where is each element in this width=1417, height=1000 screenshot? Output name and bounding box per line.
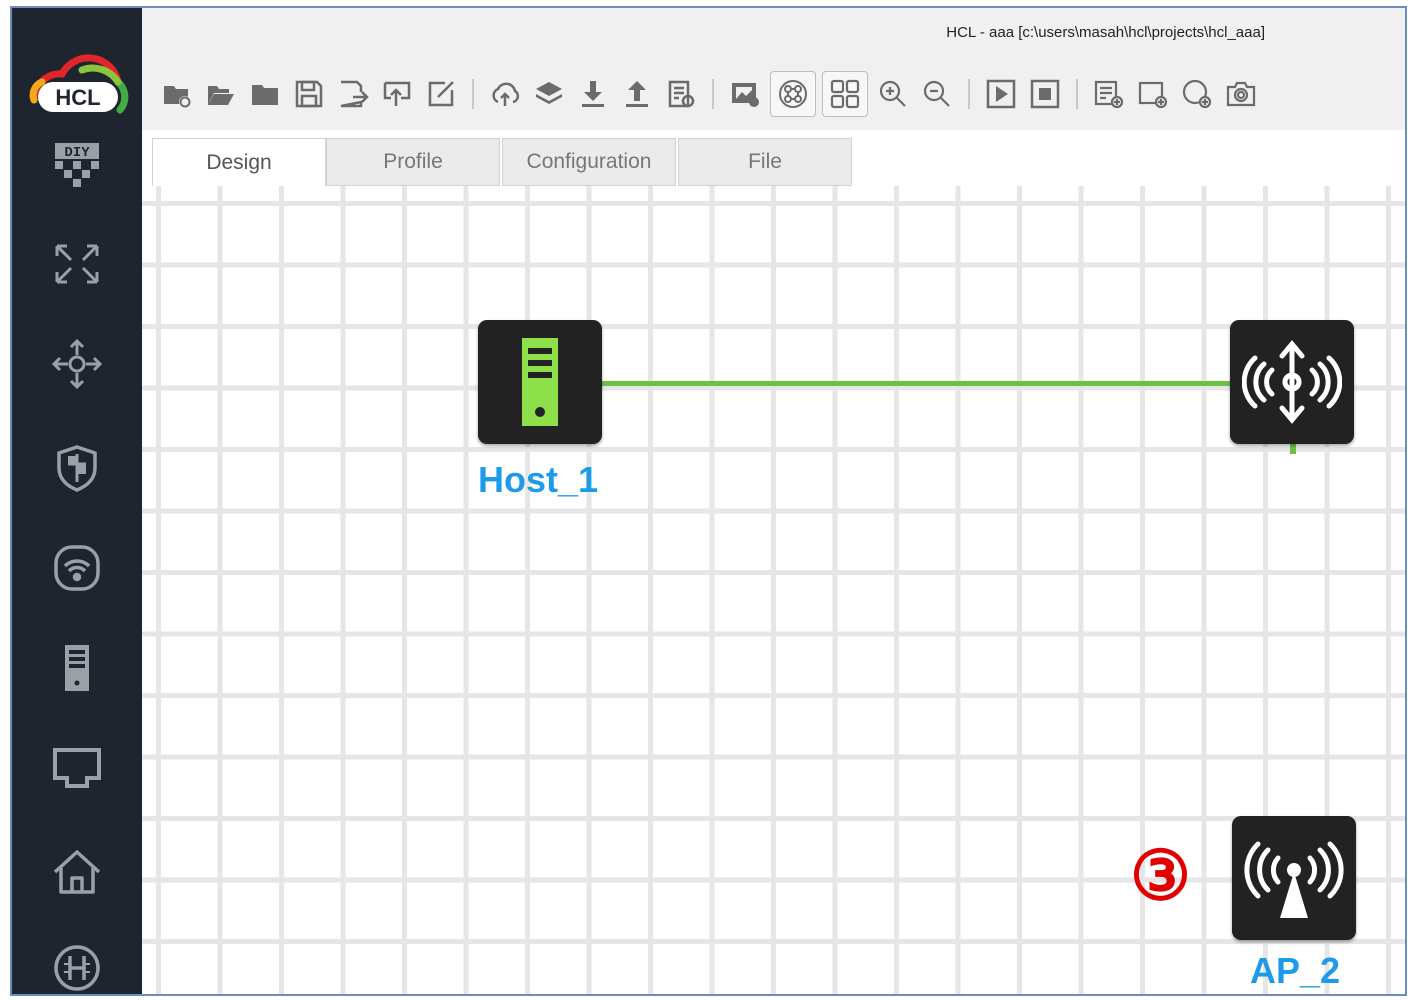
topology-icon	[779, 80, 807, 108]
add-rectangle-button[interactable]	[1134, 74, 1172, 114]
sidebar-item-firewall[interactable]	[42, 438, 112, 498]
wireless-controller-icon	[1242, 340, 1342, 424]
host-icon	[65, 645, 89, 691]
layers-icon	[536, 82, 562, 104]
node-wireless-controller[interactable]	[1230, 320, 1354, 444]
start-icon	[986, 79, 1016, 109]
link-host-ac[interactable]	[602, 381, 1242, 386]
grid-icon	[830, 79, 860, 109]
tab-file[interactable]: File	[678, 138, 852, 186]
tab-bar: Design Profile Configuration File	[142, 130, 1405, 186]
download-button[interactable]	[574, 74, 612, 114]
network-port-icon	[53, 748, 101, 788]
app-window: HCL DIY HCL - aaa [c:\users\masah\hcl\pr…	[10, 6, 1407, 996]
window-title: HCL - aaa [c:\users\masah\hcl\projects\h…	[946, 24, 1265, 41]
zoom-in-button[interactable]	[874, 74, 912, 114]
folder-icon	[252, 85, 278, 105]
node-host[interactable]	[478, 320, 602, 444]
layers-button[interactable]	[530, 74, 568, 114]
toolbar-separator	[968, 79, 970, 109]
log-button[interactable]	[662, 74, 700, 114]
open-project-icon	[208, 86, 234, 105]
tab-design[interactable]: Design	[152, 138, 326, 186]
export-button[interactable]	[378, 74, 416, 114]
upload-button[interactable]	[618, 74, 656, 114]
cloud-upload-button[interactable]	[486, 74, 524, 114]
node-label-ap: AP_2	[1250, 950, 1341, 991]
sidebar-item-switch[interactable]	[42, 334, 112, 394]
add-ellipse-button[interactable]	[1178, 74, 1216, 114]
node-label-host: Host_1	[478, 459, 599, 500]
wifi-icon	[54, 545, 100, 591]
shield-icon	[57, 445, 97, 492]
save-icon	[295, 80, 323, 108]
zoom-out-button[interactable]	[918, 74, 956, 114]
edit-icon	[428, 81, 454, 107]
diy-icon: DIY	[55, 143, 99, 187]
sidebar-item-diy[interactable]: DIY	[42, 136, 112, 196]
device-sidebar: HCL DIY	[12, 8, 142, 994]
log-icon	[668, 80, 695, 108]
sidebar-item-wireless[interactable]	[42, 538, 112, 598]
toolbar	[142, 58, 1405, 131]
step-marker: ③	[1130, 838, 1191, 914]
screenshot-icon	[732, 83, 759, 107]
screenshot-button[interactable]	[726, 74, 764, 114]
save-button[interactable]	[290, 74, 328, 114]
zoom-in-icon	[879, 80, 906, 107]
edit-button[interactable]	[422, 74, 460, 114]
cloud-upload-icon	[492, 82, 520, 106]
sidebar-item-hub[interactable]	[42, 938, 112, 994]
router-icon	[55, 244, 99, 284]
start-button[interactable]	[982, 74, 1020, 114]
camera-icon	[1226, 81, 1256, 107]
sidebar-item-home[interactable]	[42, 842, 112, 902]
stop-icon	[1030, 79, 1060, 109]
add-note-icon	[1094, 80, 1124, 109]
new-project-button[interactable]	[158, 74, 196, 114]
tab-configuration[interactable]: Configuration	[502, 138, 676, 186]
toolbar-separator	[712, 79, 714, 109]
new-project-icon	[164, 86, 191, 108]
switch-icon	[51, 338, 103, 390]
add-ellipse-icon	[1182, 79, 1212, 109]
sidebar-item-host[interactable]	[42, 638, 112, 698]
folder-button[interactable]	[246, 74, 284, 114]
save-as-button[interactable]	[334, 74, 372, 114]
camera-button[interactable]	[1222, 74, 1260, 114]
h-circle-icon	[54, 945, 100, 991]
stop-button[interactable]	[1026, 74, 1064, 114]
host-icon	[522, 338, 558, 426]
sidebar-item-cloud[interactable]	[42, 738, 112, 798]
home-icon	[53, 850, 101, 894]
logo-text: HCL	[55, 85, 100, 110]
sidebar-item-router[interactable]	[42, 234, 112, 294]
add-note-button[interactable]	[1090, 74, 1128, 114]
open-project-button[interactable]	[202, 74, 240, 114]
grid-button[interactable]	[822, 71, 868, 117]
zoom-out-icon	[923, 80, 950, 107]
add-rectangle-icon	[1138, 81, 1168, 109]
toolbar-separator	[472, 79, 474, 109]
hcl-logo: HCL	[22, 52, 132, 122]
upload-icon	[626, 81, 648, 107]
design-canvas[interactable]: Host_1 AP_2 ③	[142, 186, 1405, 994]
topology-button[interactable]	[770, 71, 816, 117]
export-icon	[383, 81, 411, 106]
node-access-point[interactable]	[1232, 816, 1356, 940]
access-point-icon	[1244, 841, 1344, 918]
download-icon	[582, 81, 604, 107]
save-as-icon	[340, 80, 369, 108]
toolbar-separator	[1076, 79, 1078, 109]
tab-profile[interactable]: Profile	[326, 138, 500, 186]
svg-text:DIY: DIY	[64, 145, 90, 161]
title-bar: HCL - aaa [c:\users\masah\hcl\projects\h…	[142, 8, 1405, 58]
